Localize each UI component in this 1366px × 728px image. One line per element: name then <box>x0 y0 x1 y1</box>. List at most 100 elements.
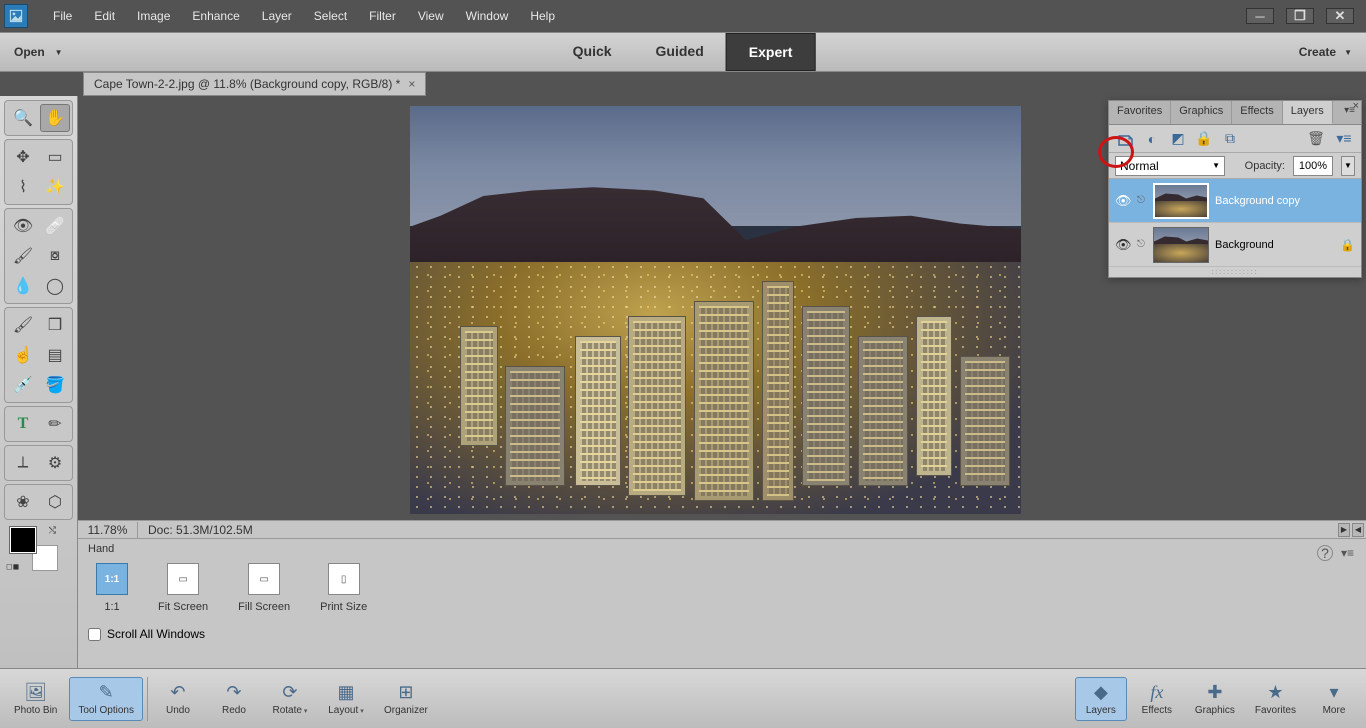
tool-pencil[interactable]: ✏ <box>40 410 70 438</box>
link-icon[interactable]: ⎋ <box>1137 195 1147 206</box>
tool-eraser[interactable]: ❒ <box>40 311 70 339</box>
link-layers-icon[interactable]: ⧉ <box>1221 130 1239 148</box>
bb-favorites[interactable]: ★Favorites <box>1247 677 1304 721</box>
option-fit-screen[interactable]: ▭Fit Screen <box>158 563 208 613</box>
layer-row[interactable]: 👁⎋Background🔒 <box>1109 223 1361 267</box>
bb-tool-options[interactable]: ✎Tool Options <box>69 677 143 721</box>
tool-stamp[interactable]: ⧇ <box>40 242 70 270</box>
zoom-percent[interactable]: 11.78% <box>78 522 138 538</box>
panel-tab-favorites[interactable]: Favorites <box>1109 101 1171 124</box>
opacity-value[interactable]: 100% <box>1293 156 1333 176</box>
panel-tab-effects[interactable]: Effects <box>1232 101 1282 124</box>
lock-icon: 🔒 <box>1340 238 1355 252</box>
swap-colors-icon[interactable]: ⤭ <box>49 525 56 536</box>
close-tab-icon[interactable]: × <box>408 77 415 91</box>
link-icon[interactable]: ⎋ <box>1137 239 1147 250</box>
layer-mask-icon[interactable]: ◩ <box>1169 130 1187 148</box>
tool-blur[interactable]: 💧 <box>8 272 38 300</box>
panel-resize-grip[interactable]: :::::::::::: <box>1109 267 1361 277</box>
menu-image[interactable]: Image <box>126 0 181 32</box>
create-button[interactable]: Create ▼ <box>1299 45 1352 59</box>
disclosure-arrow[interactable]: ▶ <box>1338 523 1350 537</box>
option-print-size[interactable]: ▯Print Size <box>320 563 367 613</box>
bb-effects[interactable]: fxEffects <box>1131 677 1183 721</box>
layer-row[interactable]: 👁⎋Background copy <box>1109 179 1361 223</box>
tool-rect-marquee[interactable]: ▭ <box>40 143 70 171</box>
bb-layout[interactable]: ▦Layout ▾ <box>320 678 372 720</box>
mode-tab-guided[interactable]: Guided <box>634 33 726 71</box>
layer-thumbnail[interactable] <box>1153 183 1209 219</box>
bb-organizer[interactable]: ⊞Organizer <box>376 678 436 720</box>
opacity-label: Opacity: <box>1245 160 1285 172</box>
bb-layers[interactable]: ◆Layers <box>1075 677 1127 721</box>
document-tab[interactable]: Cape Town-2-2.jpg @ 11.8% (Background co… <box>83 72 426 96</box>
new-layer-icon[interactable] <box>1117 130 1135 148</box>
panel-tab-graphics[interactable]: Graphics <box>1171 101 1232 124</box>
scroll-all-checkbox[interactable]: Scroll All Windows <box>88 627 1356 641</box>
adjustment-layer-icon[interactable]: ◐ <box>1143 130 1161 148</box>
open-button[interactable]: Open ▼ <box>14 45 63 59</box>
scroll-left[interactable]: ◀ <box>1352 523 1364 537</box>
bb-photo-bin[interactable]: 🖼Photo Bin <box>6 677 65 721</box>
tool-bucket[interactable]: 🪣 <box>40 371 70 399</box>
tool-hand[interactable]: ✋ <box>40 104 70 132</box>
bb-graphics[interactable]: ✚Graphics <box>1187 677 1243 721</box>
help-icon[interactable]: ? <box>1317 545 1333 561</box>
tool-shape[interactable]: ❀ <box>8 488 38 516</box>
foreground-swatch[interactable] <box>10 527 36 553</box>
option-fill-screen[interactable]: ▭Fill Screen <box>238 563 290 613</box>
tool-crop[interactable]: ⟂ <box>8 449 38 477</box>
menu-enhance[interactable]: Enhance <box>181 0 250 32</box>
option-1:1[interactable]: 1:11:1 <box>96 563 128 613</box>
menu-edit[interactable]: Edit <box>83 0 126 32</box>
tool-redeye[interactable]: 👁 <box>8 212 38 240</box>
tool-text[interactable]: T <box>8 410 38 438</box>
menu-layer[interactable]: Layer <box>251 0 303 32</box>
menu-window[interactable]: Window <box>455 0 520 32</box>
maximize-button[interactable]: ❐ <box>1286 8 1314 24</box>
undo-icon: ↶ <box>170 682 185 703</box>
tool-healing[interactable]: 🩹 <box>40 212 70 240</box>
lock-icon[interactable]: 🔒 <box>1195 130 1213 148</box>
visibility-icon[interactable]: 👁 <box>1115 237 1131 253</box>
bb-more[interactable]: ▾More <box>1308 677 1360 721</box>
bb-label: Tool Options <box>78 705 134 716</box>
tool-zoom[interactable]: 🔍 <box>8 104 38 132</box>
mode-tab-quick[interactable]: Quick <box>551 33 634 71</box>
blend-mode-select[interactable]: Normal ▼ <box>1115 156 1225 176</box>
close-button[interactable]: ✕ <box>1326 8 1354 24</box>
visibility-icon[interactable]: 👁 <box>1115 193 1131 209</box>
menu-filter[interactable]: Filter <box>358 0 407 32</box>
tool-move[interactable]: ✥ <box>8 143 38 171</box>
minimize-button[interactable]: ─ <box>1246 8 1274 24</box>
menu-file[interactable]: File <box>42 0 83 32</box>
bb-rotate[interactable]: ⟳Rotate ▾ <box>264 678 316 720</box>
panel-tab-layers[interactable]: Layers <box>1283 101 1333 124</box>
opacity-dropdown[interactable]: ▼ <box>1341 156 1355 176</box>
tool-eyedropper[interactable]: 💉 <box>8 371 38 399</box>
tool-lasso[interactable]: ⌇ <box>8 173 38 201</box>
reset-colors-icon[interactable]: ◻◼ <box>6 562 19 571</box>
tool-sponge[interactable]: ◯ <box>40 272 70 300</box>
menu-select[interactable]: Select <box>303 0 358 32</box>
layer-thumbnail[interactable] <box>1153 227 1209 263</box>
options-menu-icon[interactable]: ▾≡ <box>1341 546 1354 560</box>
panel-menu-icon[interactable]: ▾≡ <box>1335 130 1353 148</box>
menu-help[interactable]: Help <box>519 0 566 32</box>
option-icon: 1:1 <box>96 563 128 595</box>
trash-icon[interactable]: 🗑 <box>1307 130 1325 148</box>
panel-close-icon[interactable]: × <box>1353 100 1359 112</box>
bb-redo[interactable]: ↷Redo <box>208 678 260 720</box>
tool-magic-wand[interactable]: ✨ <box>40 173 70 201</box>
tool-smudge[interactable]: ☝ <box>8 341 38 369</box>
tool-custom[interactable]: ⬡ <box>40 488 70 516</box>
bb-undo[interactable]: ↶Undo <box>152 678 204 720</box>
tool-gradient[interactable]: ▤ <box>40 341 70 369</box>
menu-view[interactable]: View <box>407 0 455 32</box>
mode-tab-expert[interactable]: Expert <box>726 33 816 71</box>
color-swatches[interactable]: ⤭◻◼ <box>10 527 58 571</box>
tool-cookie[interactable]: ⚙ <box>40 449 70 477</box>
tool-brush[interactable]: 🖌 <box>8 311 38 339</box>
tool-brush-sel[interactable]: 🖌 <box>8 242 38 270</box>
scroll-all-input[interactable] <box>88 628 101 641</box>
